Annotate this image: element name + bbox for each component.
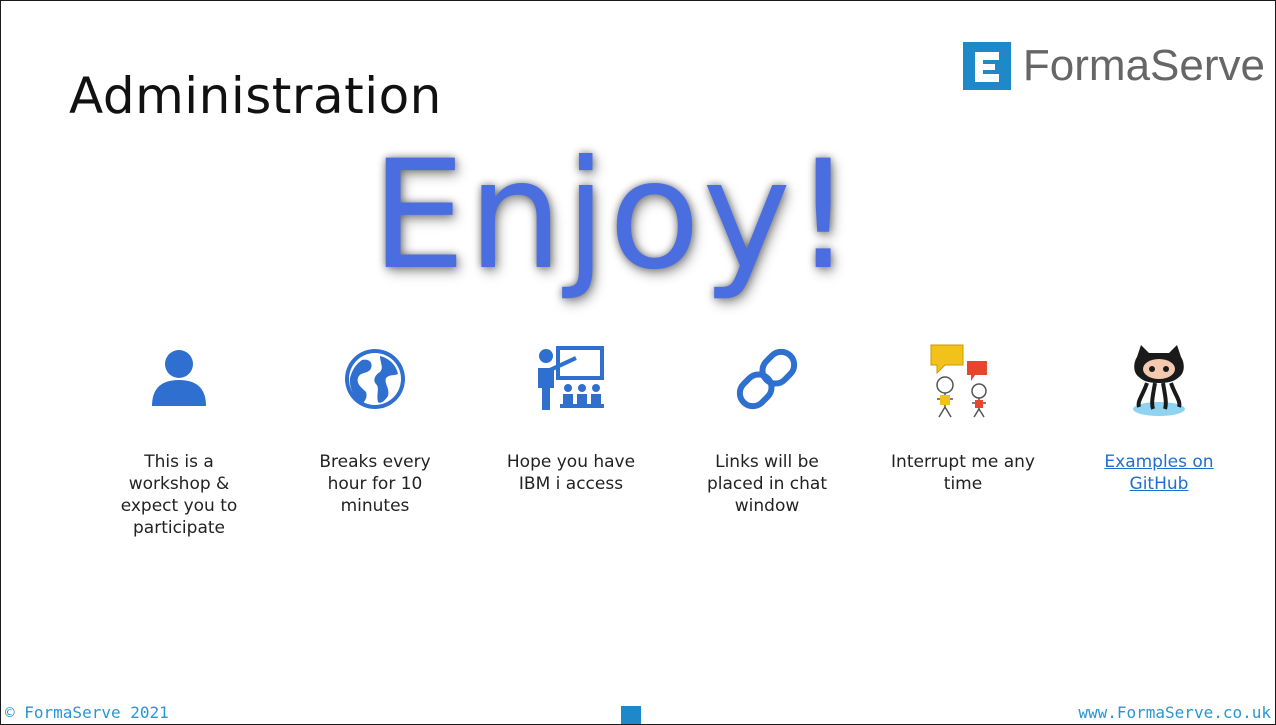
slide: Administration FormaServe Enjoy! This is… <box>0 0 1276 725</box>
item-ibmi: Hope you have IBM i access <box>473 337 669 539</box>
conversation-icon <box>921 337 1005 421</box>
item-links: Links will be placed in chat window <box>669 337 865 539</box>
item-interrupt: Interrupt me any time <box>865 337 1061 539</box>
item-caption: Hope you have IBM i access <box>506 452 636 495</box>
presentation-icon <box>529 337 613 421</box>
item-breaks: Breaks every hour for 10 minutes <box>277 337 473 539</box>
formaserve-logo-icon <box>962 42 1011 90</box>
github-examples-link[interactable]: Examples on GitHub <box>1084 451 1234 495</box>
item-caption: Interrupt me any time <box>891 452 1035 495</box>
footer-copyright: © FormaServe 2021 <box>5 703 169 722</box>
item-github: Examples on GitHub <box>1061 337 1257 539</box>
brand-logo: FormaServe <box>962 41 1265 91</box>
brand-name: FormaServe <box>1022 41 1265 90</box>
item-caption: This is a workshop & expect you to parti… <box>120 452 238 539</box>
item-workshop: This is a workshop & expect you to parti… <box>81 337 277 539</box>
page-title: Administration <box>69 67 442 125</box>
github-octocat-icon <box>1117 337 1201 421</box>
item-caption: Breaks every hour for 10 minutes <box>319 452 431 517</box>
link-icon <box>725 337 809 421</box>
person-icon <box>137 337 221 421</box>
globe-icon <box>333 337 417 421</box>
info-items: This is a workshop & expect you to parti… <box>81 337 1261 539</box>
footer-logo-icon <box>621 706 641 724</box>
footer-url: www.FormaServe.co.uk <box>1078 703 1271 722</box>
item-caption: Links will be placed in chat window <box>706 452 828 517</box>
headline: Enjoy! <box>371 129 856 303</box>
